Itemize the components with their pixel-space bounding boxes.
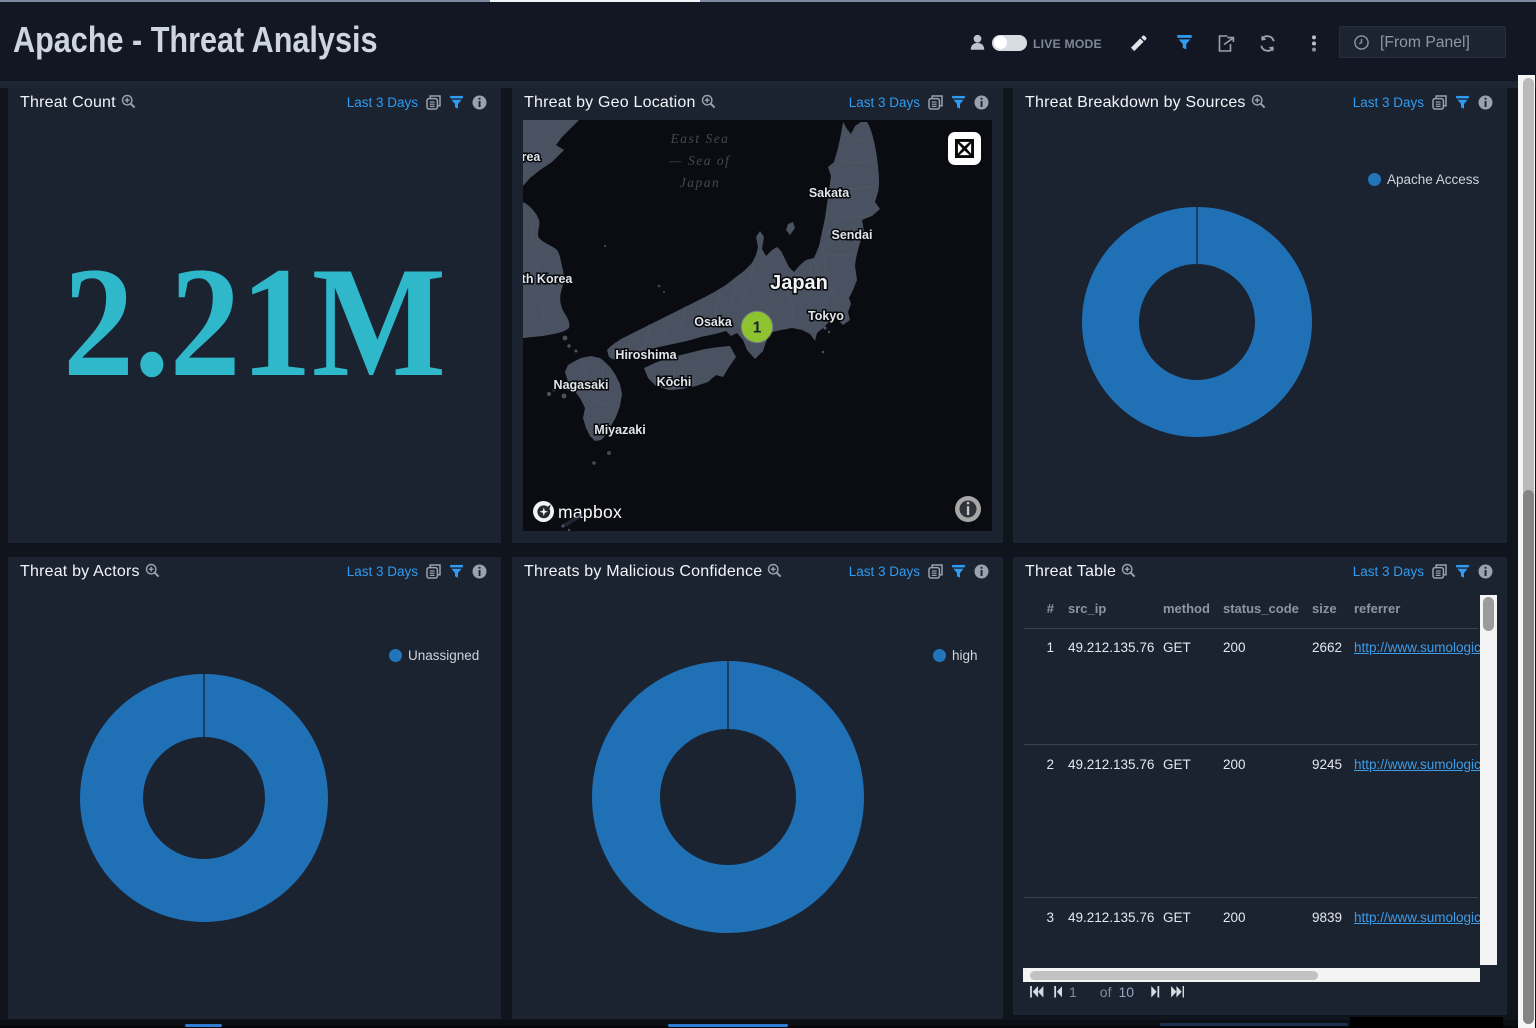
svg-text:1: 1: [753, 320, 762, 337]
svg-text:Kōchi: Kōchi: [657, 375, 692, 389]
svg-text:— Sea of: — Sea of: [669, 153, 731, 168]
svg-text:Miyazaki: Miyazaki: [594, 423, 645, 437]
svg-text:mapbox: mapbox: [558, 502, 622, 522]
svg-text:Hiroshima: Hiroshima: [615, 348, 677, 362]
svg-text:Japan: Japan: [770, 272, 828, 294]
svg-text:Sendai: Sendai: [832, 228, 873, 242]
svg-text:Nagasaki: Nagasaki: [554, 378, 609, 392]
svg-text:Tokyo: Tokyo: [808, 309, 844, 323]
svg-text:Osaka: Osaka: [694, 315, 733, 329]
svg-text:Sakata: Sakata: [809, 186, 850, 200]
svg-text:rea: rea: [523, 150, 541, 164]
svg-text:Japan: Japan: [680, 175, 721, 190]
svg-text:th Korea: th Korea: [523, 272, 573, 286]
svg-text:East Sea: East Sea: [670, 131, 730, 146]
